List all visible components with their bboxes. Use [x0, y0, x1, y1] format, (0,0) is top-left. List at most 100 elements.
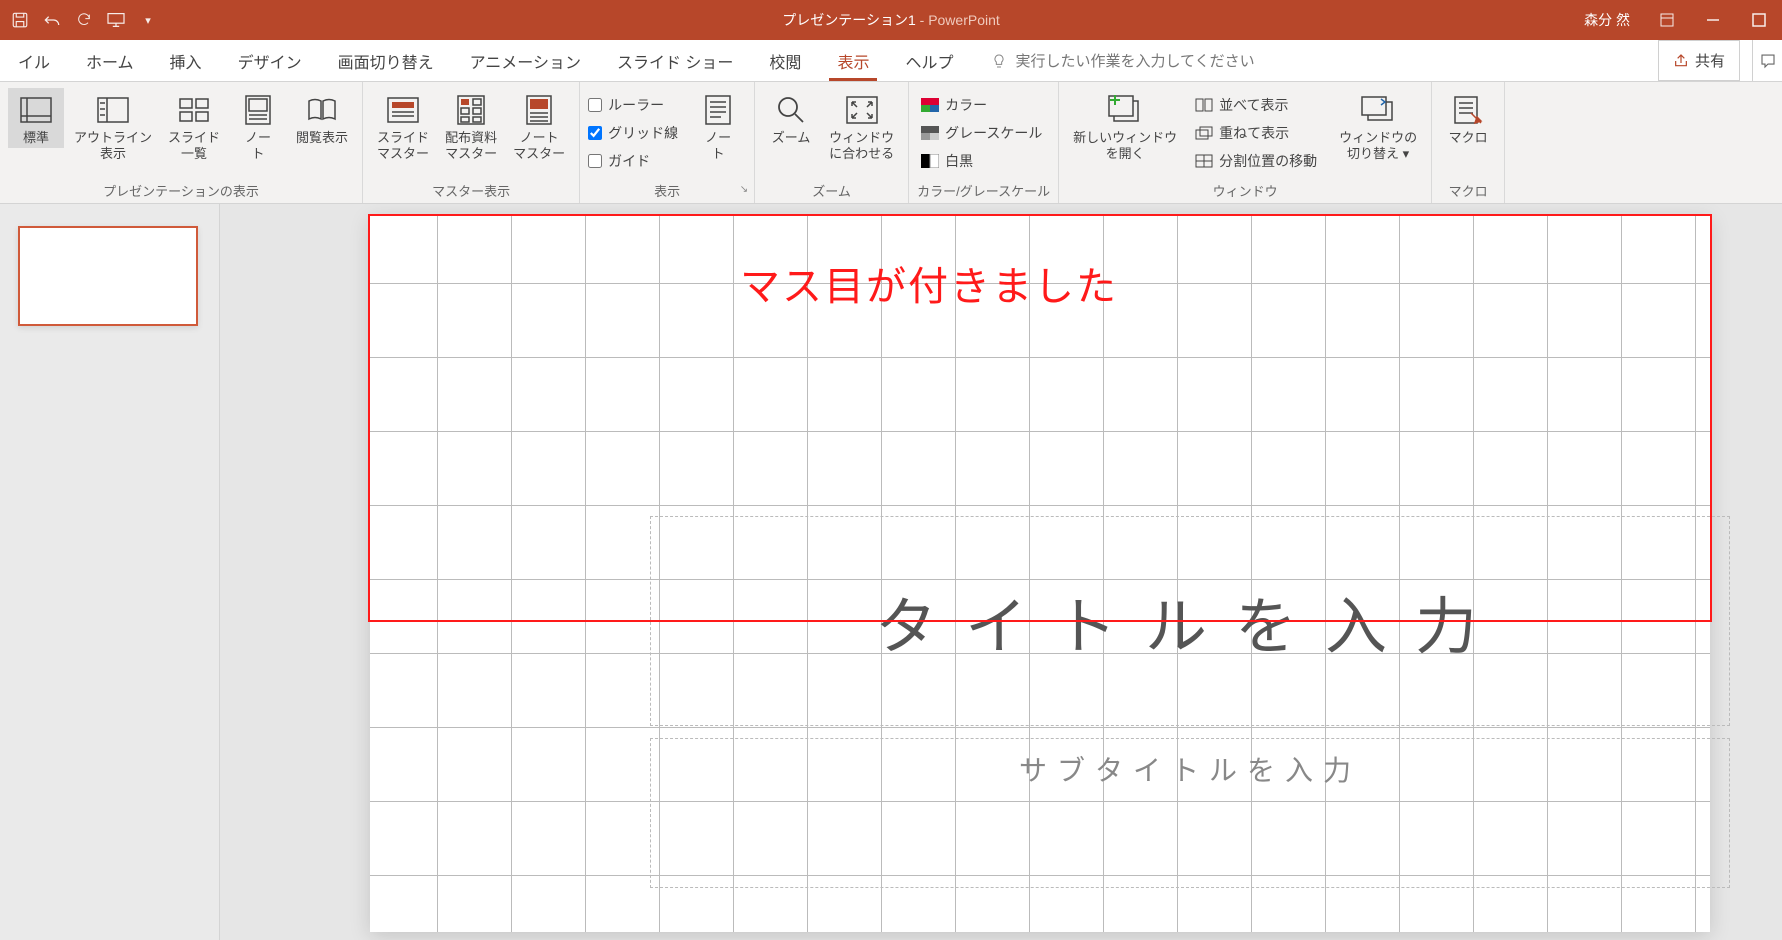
titlebar: ▾ プレゼンテーション1 - PowerPoint 森分 然 [0, 0, 1782, 40]
group-show-label[interactable]: 表示 [588, 181, 746, 203]
ribbon-tabs: イル ホーム 挿入 デザイン 画面切り替え アニメーション スライド ショー 校… [0, 40, 1782, 82]
fit-to-window-label: ウィンドウ に合わせる [829, 130, 894, 163]
quick-access-toolbar: ▾ [0, 10, 158, 30]
grayscale-icon [921, 124, 939, 142]
slide-master-label: スライド マスター [377, 130, 429, 163]
reading-view-button[interactable]: 閲覧表示 [290, 88, 354, 148]
fit-to-window-icon [844, 92, 880, 128]
handout-master-icon [453, 92, 489, 128]
lightbulb-icon [991, 53, 1007, 69]
ruler-checkbox-input[interactable] [588, 98, 602, 112]
tab-view[interactable]: 表示 [819, 40, 887, 81]
subtitle-placeholder-text: サブタイトルを入力 [1019, 749, 1361, 789]
macros-label: マクロ [1449, 130, 1488, 146]
move-split-button[interactable]: 分割位置の移動 [1191, 148, 1321, 174]
titlebar-right: 森分 然 [1584, 10, 1782, 30]
switch-windows-button[interactable]: ウィンドウの 切り替え ▾ [1333, 88, 1423, 165]
title-separator: - [916, 12, 928, 28]
title-placeholder-text: タイトルを入力 [875, 576, 1505, 666]
outline-view-icon [95, 92, 131, 128]
tab-home[interactable]: ホーム [68, 40, 152, 81]
arrange-all-label: 並べて表示 [1219, 95, 1288, 115]
normal-view-button[interactable]: 標準 [8, 88, 64, 148]
arrange-all-icon [1195, 96, 1213, 114]
notes-master-icon [521, 92, 557, 128]
group-macros-label: マクロ [1440, 181, 1496, 203]
grayscale-label: グレースケール [945, 123, 1042, 143]
title-placeholder[interactable]: タイトルを入力 [650, 516, 1730, 726]
normal-view-icon [18, 92, 54, 128]
outline-view-button[interactable]: アウトライン 表示 [68, 88, 158, 165]
slide-thumbnail-pane[interactable] [0, 204, 220, 940]
group-color-grayscale-label: カラー/グレースケール [917, 181, 1050, 203]
comments-button[interactable] [1752, 40, 1782, 81]
slide-master-button[interactable]: スライド マスター [371, 88, 435, 165]
workspace: タイトルを入力 サブタイトルを入力 マス目が付きました [0, 204, 1782, 940]
tab-animations[interactable]: アニメーション [452, 40, 599, 81]
gridlines-checkbox[interactable]: グリッド線 [588, 120, 678, 146]
slide-master-icon [385, 92, 421, 128]
notes-button[interactable]: ノー ト [690, 88, 746, 165]
slide-thumbnail-1[interactable] [18, 226, 198, 326]
tell-me-search[interactable]: 実行したい作業を入力してください [991, 40, 1254, 81]
guides-checkbox[interactable]: ガイド [588, 148, 678, 174]
normal-view-label: 標準 [23, 130, 49, 146]
notes-label: ノー ト [705, 130, 731, 163]
notes-master-label: ノート マスター [513, 130, 565, 163]
app-name: PowerPoint [928, 12, 1000, 28]
slide-sorter-button[interactable]: スライド 一覧 [162, 88, 226, 165]
ribbon: 標準 アウトライン 表示 スライド 一覧 ノー ト 閲覧表示 プレゼンテーション… [0, 82, 1782, 204]
tab-review[interactable]: 校閲 [751, 40, 819, 81]
tab-insert[interactable]: 挿入 [152, 40, 220, 81]
guides-checkbox-input[interactable] [588, 154, 602, 168]
redo-icon[interactable] [74, 10, 94, 30]
group-master-views-label: マスター表示 [371, 181, 571, 203]
slide-edit-area[interactable]: タイトルを入力 サブタイトルを入力 マス目が付きました [220, 204, 1782, 940]
zoom-label: ズーム [772, 130, 811, 146]
notes-master-button[interactable]: ノート マスター [507, 88, 571, 165]
notes-page-icon [240, 92, 276, 128]
gridlines-checkbox-input[interactable] [588, 126, 602, 140]
minimize-icon[interactable] [1704, 11, 1722, 29]
tab-transitions[interactable]: 画面切り替え [320, 40, 452, 81]
qat-customize-icon[interactable]: ▾ [138, 10, 158, 30]
slide-sorter-label: スライド 一覧 [168, 130, 220, 163]
zoom-icon [773, 92, 809, 128]
black-white-icon [921, 152, 939, 170]
maximize-icon[interactable] [1750, 11, 1768, 29]
fit-to-window-button[interactable]: ウィンドウ に合わせる [823, 88, 900, 165]
arrange-all-button[interactable]: 並べて表示 [1191, 92, 1321, 118]
ruler-checkbox[interactable]: ルーラー [588, 92, 678, 118]
undo-icon[interactable] [42, 10, 62, 30]
new-window-label: 新しいウィンドウ を開く [1073, 130, 1177, 163]
handout-master-button[interactable]: 配布資料 マスター [439, 88, 503, 165]
switch-windows-label: ウィンドウの 切り替え ▾ [1339, 130, 1417, 163]
group-presentation-views: 標準 アウトライン 表示 スライド 一覧 ノー ト 閲覧表示 プレゼンテーション… [0, 82, 363, 203]
autosave-toggle-icon[interactable] [10, 10, 30, 30]
color-button[interactable]: カラー [917, 92, 1046, 118]
slide-sorter-icon [176, 92, 212, 128]
black-white-button[interactable]: 白黒 [917, 148, 1046, 174]
group-presentation-views-label: プレゼンテーションの表示 [8, 181, 354, 203]
tell-me-placeholder: 実行したい作業を入力してください [1015, 50, 1254, 71]
grayscale-button[interactable]: グレースケール [917, 120, 1046, 146]
group-zoom: ズーム ウィンドウ に合わせる ズーム [755, 82, 909, 203]
share-button[interactable]: 共有 [1658, 40, 1740, 81]
tab-help[interactable]: ヘルプ [887, 40, 971, 81]
user-name[interactable]: 森分 然 [1584, 10, 1630, 30]
new-window-icon [1107, 92, 1143, 128]
start-slideshow-icon[interactable] [106, 10, 126, 30]
tab-slideshow[interactable]: スライド ショー [599, 40, 751, 81]
slide-canvas[interactable]: タイトルを入力 サブタイトルを入力 [370, 216, 1710, 932]
zoom-button[interactable]: ズーム [763, 88, 819, 148]
ribbon-display-options-icon[interactable] [1658, 11, 1676, 29]
macros-button[interactable]: マクロ [1440, 88, 1496, 148]
notes-page-button[interactable]: ノー ト [230, 88, 286, 165]
new-window-button[interactable]: 新しいウィンドウ を開く [1067, 88, 1183, 165]
subtitle-placeholder[interactable]: サブタイトルを入力 [650, 738, 1730, 888]
cascade-button[interactable]: 重ねて表示 [1191, 120, 1321, 146]
tab-design[interactable]: デザイン [220, 40, 320, 81]
tab-file[interactable]: イル [0, 40, 68, 81]
move-split-icon [1195, 152, 1213, 170]
move-split-label: 分割位置の移動 [1219, 151, 1317, 171]
